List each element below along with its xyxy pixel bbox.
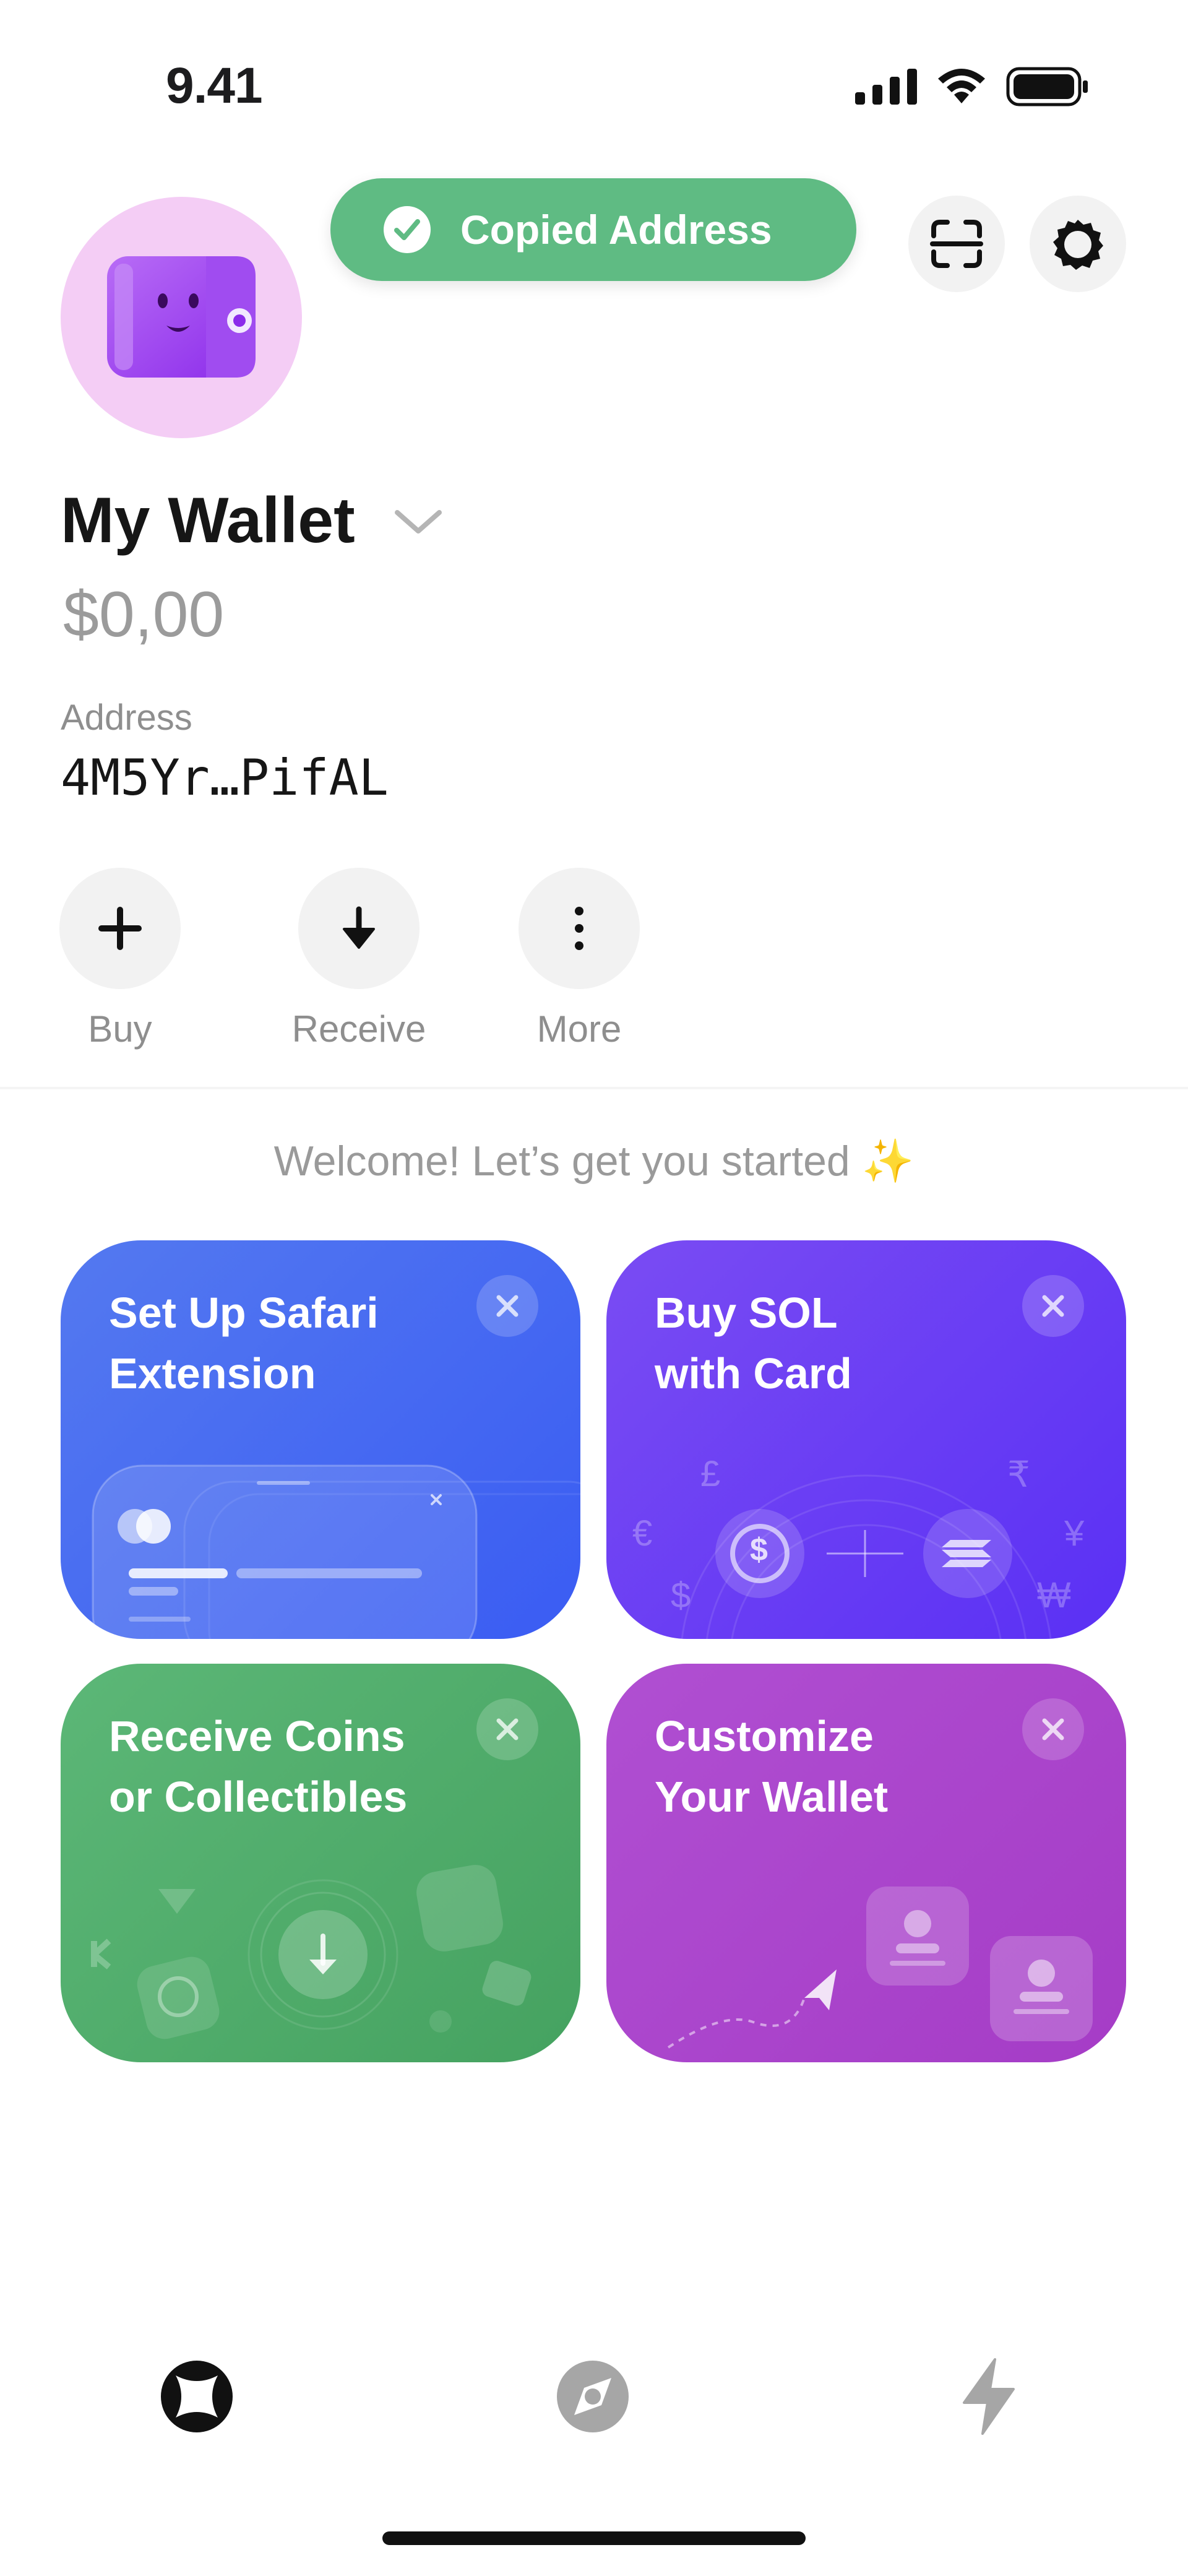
wifi-icon [938, 69, 985, 103]
activity-lightning-icon [963, 2358, 1015, 2435]
card-title-line: Buy SOL [655, 1289, 838, 1337]
gear-icon [1053, 220, 1103, 270]
copied-address-toast: Copied Address [330, 178, 856, 281]
receive-button[interactable] [298, 868, 420, 989]
close-icon [496, 1295, 519, 1317]
battery-icon [1006, 67, 1088, 106]
explore-compass-icon [557, 2361, 629, 2432]
more-button[interactable] [519, 868, 640, 989]
card-title-line: Receive Coins [109, 1712, 405, 1760]
card-customize-wallet[interactable]: Customize Your Wallet [606, 1664, 1126, 2062]
card-title: Set Up Safari Extension [109, 1282, 379, 1404]
buy-button[interactable] [59, 868, 181, 989]
card-safari-extension[interactable]: Set Up Safari Extension [61, 1240, 580, 1639]
currency-symbol: £ [700, 1454, 721, 1494]
welcome-text: Welcome! Let’s get you started ✨ [273, 1138, 915, 1185]
dismiss-card-button[interactable] [476, 1275, 538, 1337]
toast-text: Copied Address [460, 207, 772, 253]
status-time: 9.41 [166, 58, 263, 114]
signal-bars-icon [855, 69, 917, 105]
dollar-coin-symbol: $ [750, 1532, 768, 1568]
wallet-balance: $0,00 [63, 579, 225, 650]
card-title-line: with Card [655, 1349, 852, 1398]
currency-symbol: ¥ [1064, 1513, 1085, 1554]
buy-action[interactable]: Buy [58, 868, 182, 1050]
home-wallet-icon [161, 2361, 233, 2432]
settings-button[interactable] [1030, 196, 1126, 292]
receive-action[interactable]: Receive [292, 868, 426, 1050]
card-buy-sol[interactable]: $ £ ₹ € ¥ $ ₩ Buy SOL with Card [606, 1240, 1126, 1639]
wallet-address[interactable]: 4M5Yr…PifAL [61, 749, 389, 806]
card-receive-coins[interactable]: Receive Coins or Collectibles [61, 1664, 580, 2062]
wallet-avatar[interactable] [61, 197, 302, 438]
close-icon [1042, 1718, 1064, 1740]
address-label: Address [61, 698, 192, 738]
tab-home[interactable] [160, 2359, 234, 2434]
card-title: Customize Your Wallet [655, 1706, 888, 1827]
section-divider [0, 1087, 1188, 1089]
more-action[interactable]: More [517, 868, 641, 1050]
qr-scan-icon [930, 220, 983, 268]
dismiss-card-button[interactable] [1022, 1698, 1084, 1760]
checkmark-circle-icon [384, 206, 431, 253]
dismiss-card-button[interactable] [476, 1698, 538, 1760]
home-indicator [382, 2531, 806, 2545]
currency-symbol: ₹ [1007, 1454, 1030, 1495]
close-icon [496, 1718, 519, 1740]
currency-symbol: € [632, 1513, 653, 1554]
buy-label: Buy [88, 1008, 152, 1050]
currency-symbol: ₩ [1037, 1575, 1071, 1615]
plus-icon [98, 907, 142, 950]
card-title: Receive Coins or Collectibles [109, 1706, 407, 1827]
more-vertical-icon [575, 907, 583, 950]
card-title-line: Extension [109, 1349, 316, 1398]
scan-button[interactable] [908, 196, 1005, 292]
card-title: Buy SOL with Card [655, 1282, 852, 1404]
arrow-down-icon [343, 906, 375, 949]
chevron-down-icon[interactable] [394, 508, 443, 539]
wallet-avatar-icon [107, 256, 256, 378]
card-title-line: Set Up Safari [109, 1289, 379, 1337]
close-icon [1042, 1295, 1064, 1317]
currency-symbol: $ [671, 1575, 691, 1615]
wallet-name[interactable]: My Wallet [61, 484, 355, 558]
card-title-line: or Collectibles [109, 1773, 408, 1821]
more-label: More [536, 1008, 622, 1050]
status-icons [855, 67, 1089, 106]
card-title-line: Customize [655, 1712, 874, 1760]
card-title-line: Your Wallet [655, 1773, 889, 1821]
tab-activity[interactable] [952, 2358, 1026, 2435]
tab-explore[interactable] [556, 2359, 630, 2434]
dismiss-card-button[interactable] [1022, 1275, 1084, 1337]
receive-label: Receive [291, 1008, 426, 1050]
